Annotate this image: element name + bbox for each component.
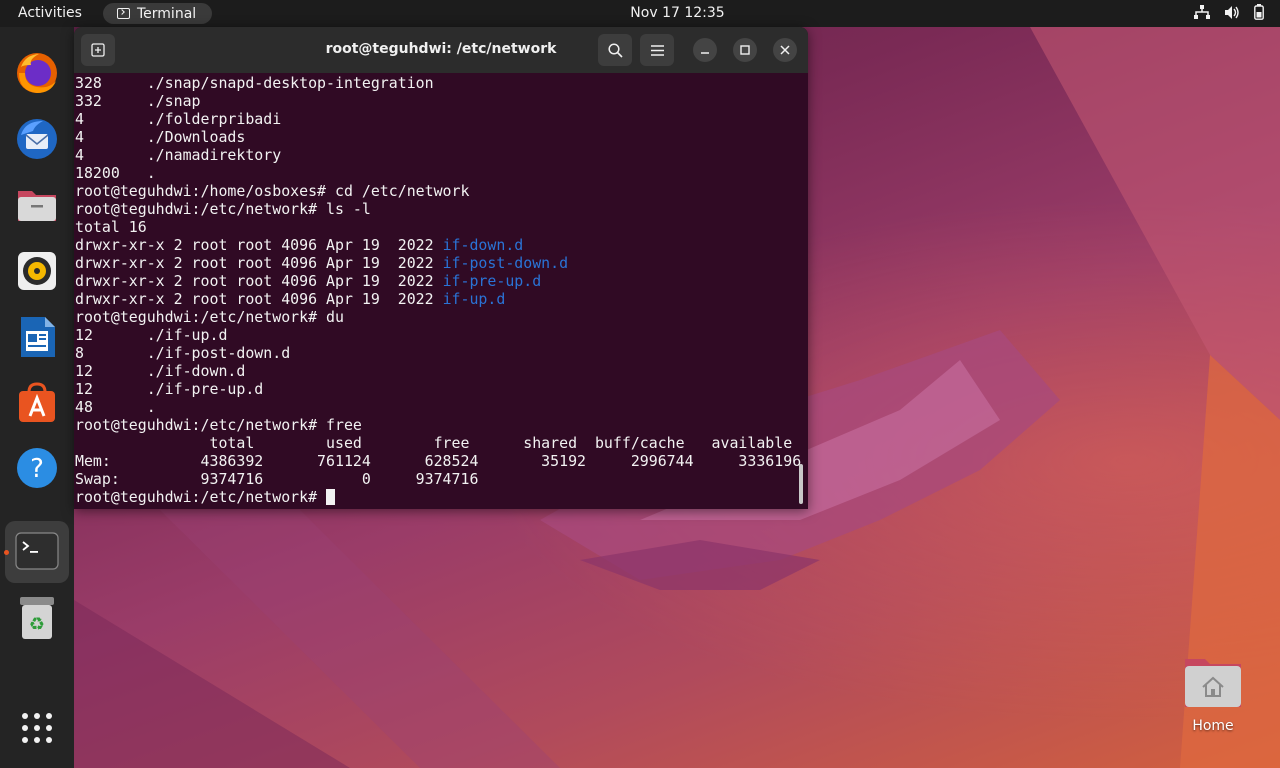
battery-icon — [1254, 4, 1264, 20]
terminal-app-icon — [15, 532, 59, 570]
dock-rhythmbox[interactable] — [14, 248, 60, 294]
dock-files[interactable] — [14, 182, 60, 228]
maximize-button[interactable] — [733, 38, 757, 62]
prompt: root@teguhdwi:/etc/network# — [75, 488, 327, 506]
thunderbird-icon — [17, 119, 57, 159]
terminal-line: root@teguhdwi:/home/osboxes# cd /etc/net… — [75, 182, 470, 200]
terminal-window[interactable]: root@teguhdwi: /etc/network 328 ./snap/s… — [74, 27, 808, 509]
running-indicator — [4, 550, 9, 555]
terminal-line: total 16 — [75, 218, 147, 236]
app-center-icon — [19, 382, 55, 422]
volume-icon — [1225, 5, 1239, 19]
terminal-line: root@teguhdwi:/etc/network# du — [75, 308, 344, 326]
maximize-icon — [740, 45, 750, 55]
terminal-headerbar[interactable]: root@teguhdwi: /etc/network — [74, 27, 808, 73]
clock[interactable]: Nov 17 12:35 — [0, 5, 1280, 21]
terminal-line: 48 . — [75, 398, 156, 416]
terminal-line: 4 ./folderpribadi — [75, 110, 282, 128]
minimize-icon — [701, 52, 709, 54]
dock-help[interactable]: ? — [14, 445, 60, 491]
trash-icon: ♻ — [20, 597, 54, 639]
terminal-line: 4 ./namadirektory — [75, 146, 282, 164]
home-folder-icon[interactable] — [1183, 655, 1243, 711]
dock-terminal[interactable] — [14, 529, 60, 575]
system-tray[interactable] — [1194, 4, 1264, 20]
terminal-line: Swap: 9374716 0 9374716 — [75, 470, 479, 488]
files-folder-icon — [18, 191, 56, 221]
help-icon: ? — [17, 448, 57, 488]
terminal-line: 12 ./if-pre-up.d — [75, 380, 264, 398]
search-button[interactable] — [598, 34, 632, 66]
terminal-line: total used free shared buff/cache availa… — [75, 434, 793, 452]
terminal-line: root@teguhdwi:/etc/network# free — [75, 416, 362, 434]
terminal-scrollbar[interactable] — [799, 464, 803, 504]
firefox-icon — [17, 53, 57, 93]
dock: ? ♻ — [0, 27, 74, 768]
directory-name: if-pre-up.d — [442, 272, 542, 290]
network-wired-icon — [1194, 4, 1210, 19]
home-folder-label: Home — [1192, 718, 1234, 734]
svg-text:♻: ♻ — [29, 614, 45, 635]
dock-thunderbird[interactable] — [14, 116, 60, 162]
dock-show-apps[interactable] — [14, 705, 60, 751]
terminal-line: 12 ./if-down.d — [75, 362, 246, 380]
terminal-line: 18200 . — [75, 164, 156, 182]
terminal-line: drwxr-xr-x 2 root root 4096 Apr 19 2022 … — [75, 272, 542, 290]
terminal-line: 328 ./snap/snapd-desktop-integration — [75, 74, 434, 92]
libreoffice-writer-icon — [21, 317, 55, 357]
terminal-output[interactable]: 328 ./snap/snapd-desktop-integration 332… — [75, 74, 802, 509]
svg-text:?: ? — [30, 454, 44, 484]
dock-firefox[interactable] — [14, 50, 60, 96]
terminal-line: drwxr-xr-x 2 root root 4096 Apr 19 2022 … — [75, 236, 524, 254]
menu-button[interactable] — [640, 34, 674, 66]
dock-app-center[interactable] — [14, 379, 60, 425]
terminal-line: 332 ./snap — [75, 92, 201, 110]
text-cursor — [326, 489, 336, 505]
terminal-line: drwxr-xr-x 2 root root 4096 Apr 19 2022 … — [75, 254, 569, 272]
app-grid-icon — [22, 713, 52, 743]
directory-name: if-down.d — [442, 236, 524, 254]
minimize-button[interactable] — [693, 38, 717, 62]
rhythmbox-icon — [18, 252, 56, 290]
terminal-line: 12 ./if-up.d — [75, 326, 228, 344]
dock-libreoffice-writer[interactable] — [14, 314, 60, 360]
terminal-line: drwxr-xr-x 2 root root 4096 Apr 19 2022 … — [75, 290, 506, 308]
directory-name: if-post-down.d — [442, 254, 569, 272]
terminal-prompt-line[interactable]: root@teguhdwi:/etc/network# — [75, 488, 797, 506]
close-icon — [780, 45, 790, 55]
top-bar: Activities Terminal Nov 17 12:35 — [0, 0, 1280, 27]
terminal-line: root@teguhdwi:/etc/network# ls -l — [75, 200, 371, 218]
terminal-line: Mem: 4386392 761124 628524 35192 2996744… — [75, 452, 802, 470]
search-icon — [607, 42, 623, 58]
terminal-line: 4 ./Downloads — [75, 128, 246, 146]
directory-name: if-up.d — [442, 290, 506, 308]
dock-trash[interactable]: ♻ — [14, 595, 60, 641]
terminal-line: 8 ./if-post-down.d — [75, 344, 291, 362]
close-button[interactable] — [773, 38, 797, 62]
hamburger-menu-icon — [650, 44, 664, 56]
